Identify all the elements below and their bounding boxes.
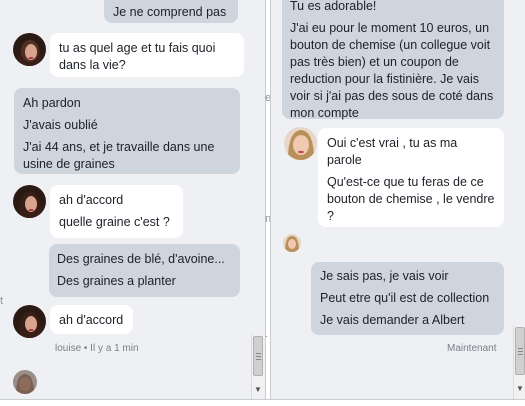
contact-avatar (284, 127, 317, 160)
contact-avatar (13, 33, 46, 66)
message-text: tu as quel age et tu fais quoi dans la v… (59, 41, 216, 72)
message-text: ah d'accord (59, 313, 124, 327)
scroll-down-icon[interactable]: ▼ (252, 384, 264, 396)
sent-message: Je sais pas, je vais voir Peut etre qu'i… (311, 262, 504, 335)
received-message: ah d'accord (50, 305, 133, 334)
seen-avatar (13, 370, 37, 394)
scrollbar-left[interactable]: ▼ (251, 334, 264, 399)
message-line: Des graines de blé, d'avoine... (57, 252, 225, 266)
message-line: quelle graine c'est ? (59, 215, 170, 229)
sent-message: Tu es adorable! J'ai eu pour le moment 1… (282, 0, 504, 120)
sent-message: Je ne comprend pas (104, 0, 238, 23)
message-line: Ah pardon (23, 96, 81, 110)
message-line: J'ai 44 ans, et je travaille dans une us… (23, 140, 215, 171)
scrollbar-right[interactable]: ▼ (513, 325, 525, 399)
scroll-thumb[interactable] (253, 336, 263, 376)
message-line: Des graines a planter (57, 274, 176, 288)
chat-panel-left: Je ne comprend pas tu as quel age et tu … (0, 0, 266, 399)
received-message: ah d'accord quelle graine c'est ? (50, 185, 183, 238)
scroll-thumb[interactable] (515, 327, 525, 375)
bottom-bar (0, 399, 525, 406)
chat-panel-right: Tu es adorable! J'ai eu pour le moment 1… (270, 0, 525, 399)
message-line: Qu'est-ce que tu feras de ce bouton de c… (327, 175, 495, 223)
message-line: Oui c'est vrai , tu as ma parole (327, 136, 458, 167)
message-line: Je sais pas, je vais voir (320, 269, 449, 283)
message-timestamp: louise • Il y a 1 min (55, 343, 139, 354)
cut-off-text: t (0, 295, 4, 307)
message-line: J'ai eu pour le moment 10 euros, un bout… (290, 21, 494, 120)
seen-avatar (283, 234, 301, 252)
message-line: Je vais demander a Albert (320, 313, 465, 327)
contact-avatar (13, 305, 46, 338)
scroll-down-icon[interactable]: ▼ (514, 383, 525, 395)
sent-message: Des graines de blé, d'avoine... Des grai… (49, 244, 240, 297)
contact-avatar (13, 185, 46, 218)
message-text: Je ne comprend pas (113, 5, 227, 19)
message-status: Maintenant (447, 343, 497, 354)
received-message: Oui c'est vrai , tu as ma parole Qu'est-… (318, 128, 504, 227)
sent-message: Ah pardon J'avais oublié J'ai 44 ans, et… (14, 88, 240, 174)
received-message: tu as quel age et tu fais quoi dans la v… (50, 33, 244, 77)
message-line: Peut etre qu'il est de collection (320, 291, 490, 305)
message-line: Tu es adorable! (290, 0, 377, 13)
message-line: J'avais oublié (23, 118, 98, 132)
message-line: ah d'accord (59, 193, 124, 207)
